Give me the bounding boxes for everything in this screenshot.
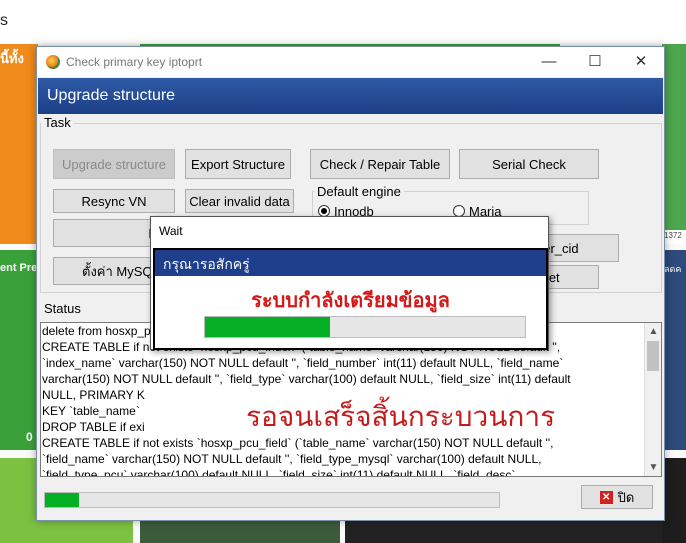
maximize-button[interactable]: ☐ [572, 47, 618, 77]
app-icon [46, 55, 60, 69]
scroll-up-icon[interactable]: ▲ [645, 323, 661, 340]
background-tile-orange: นี้ทั้ง [0, 44, 38, 244]
background-tile-number: 0 [26, 430, 33, 444]
scroll-down-icon[interactable]: ▼ [645, 459, 661, 476]
default-engine-label: Default engine [314, 184, 404, 199]
task-label: Task [41, 115, 74, 130]
check-repair-table-button[interactable]: Check / Repair Table [310, 149, 450, 179]
background-tile-right [662, 250, 686, 450]
wait-dialog: Wait กรุณารอสักครู่ ระบบกำลังเตรียมข้อมู… [150, 216, 549, 350]
background-tile-text: ลดค [664, 264, 682, 274]
close-icon: ✕ [599, 490, 613, 504]
wait-dialog-panel: กรุณารอสักครู่ ระบบกำลังเตรียมข้อมูล [153, 248, 548, 350]
export-structure-button[interactable]: Export Structure [185, 149, 291, 179]
wait-dialog-title: Wait [159, 224, 183, 238]
wait-dialog-body: ระบบกำลังเตรียมข้อมูล [155, 276, 546, 348]
background-tile-number: 1372 [664, 231, 682, 240]
wait-until-finished-text: รอจนเสร็จสิ้นกระบวนการ [246, 400, 556, 433]
wait-progress-fill [205, 317, 330, 337]
background-tile-bottom [38, 520, 133, 543]
background-tile-green: ent Pre 0 [0, 250, 38, 450]
wait-progress-bar [204, 316, 526, 338]
header-banner: Upgrade structure [38, 78, 663, 114]
background-tile-right [662, 458, 686, 543]
please-wait-text: กรุณารอสักครู่ [163, 257, 250, 273]
status-line: `field_name` varchar(150) NOT NULL defau… [42, 452, 542, 466]
background-tile-right [662, 44, 686, 244]
status-line: `field_type_pcu` varchar(100) default NU… [42, 468, 516, 477]
status-line: `index_name` varchar(150) NOT NULL defau… [42, 356, 564, 370]
background-text: s [0, 12, 8, 29]
background-tile-bottom [345, 520, 662, 543]
background-tile-green [0, 458, 38, 543]
main-progress-fill [45, 493, 80, 507]
clear-invalid-data-button[interactable]: Clear invalid data [185, 189, 294, 213]
status-label: Status [44, 301, 81, 316]
close-button[interactable]: ✕ ปิด [581, 485, 653, 509]
header-title: Upgrade structure [47, 87, 176, 104]
background-tile-text: นี้ทั้ง [0, 51, 24, 66]
upgrade-structure-button[interactable]: Upgrade structure [53, 149, 175, 179]
background-tile-text: ent Pre [0, 262, 38, 274]
status-scrollbar[interactable]: ▲ ▼ [644, 323, 661, 476]
background-tile-bottom [140, 520, 340, 543]
window-titlebar[interactable]: Check primary key iptoprt — ☐ ✕ [37, 47, 664, 77]
status-line: varchar(150) NOT NULL default '', `field… [42, 372, 571, 386]
window-title: Check primary key iptoprt [66, 55, 203, 69]
main-progress-bar [44, 492, 500, 508]
serial-check-button[interactable]: Serial Check [459, 149, 599, 179]
minimize-button[interactable]: — [526, 47, 572, 77]
scroll-thumb[interactable] [647, 341, 659, 371]
close-button-label: ปิด [617, 489, 635, 505]
preparing-data-text: ระบบกำลังเตรียมข้อมูล [251, 288, 450, 312]
resync-vn-button[interactable]: Resync VN [53, 189, 175, 213]
wait-dialog-header: กรุณารอสักครู่ [155, 250, 546, 276]
close-window-button[interactable]: ✕ [618, 47, 664, 77]
